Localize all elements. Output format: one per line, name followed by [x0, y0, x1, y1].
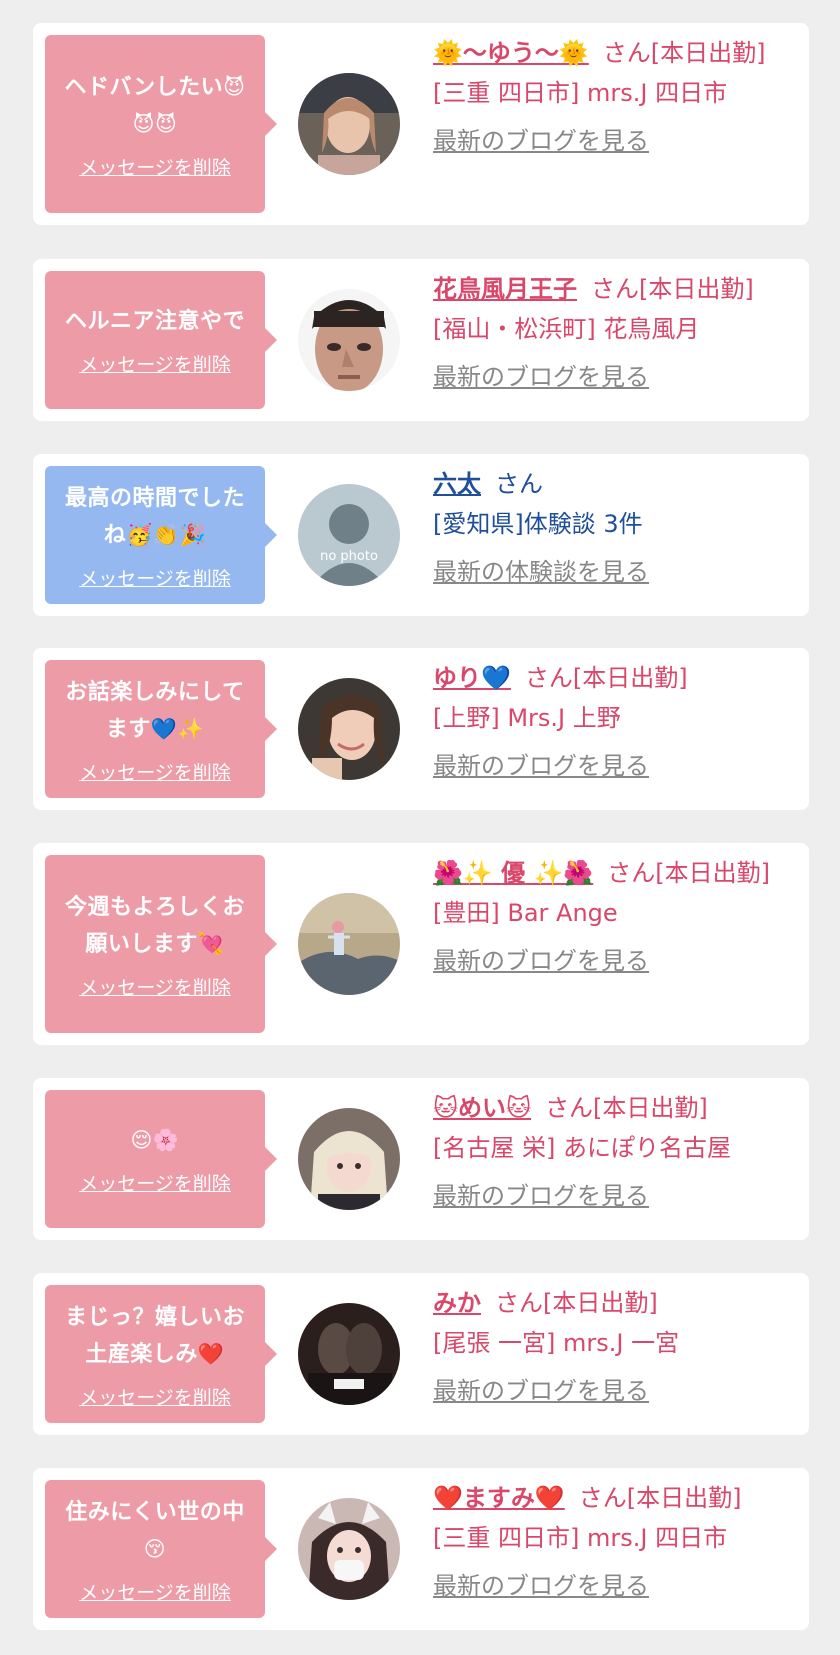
party-emoji: 🥳👏🎉 — [126, 522, 207, 547]
girl-info: 🐱めい🐱 さん[本日出勤] [名古屋 栄] あにぽり名古屋 最新のブログを見る — [433, 1088, 793, 1216]
girl-name-link[interactable]: ゆり💙 — [433, 664, 511, 692]
avatar[interactable] — [298, 893, 400, 995]
message-card: 住みにくい世の中 😚 メッセージを削除 ❤️ますみ❤️ さん[本日出勤] [三重 … — [33, 1468, 809, 1630]
latest-blog-link[interactable]: 最新のブログを見る — [433, 941, 793, 981]
avatar[interactable]: no photo — [298, 484, 400, 586]
girl-info: 🌞～ゆう～🌞 さん[本日出勤] [三重 四日市] mrs.J 四日市 最新のブログ… — [433, 33, 793, 161]
review-count-label: [愛知県]体験談 3件 — [433, 510, 643, 538]
message-text: 😌🌸 — [130, 1122, 179, 1159]
delete-message-link[interactable]: メッセージを削除 — [79, 1578, 231, 1605]
girl-info: みか さん[本日出勤] [尾張 一宮] mrs.J 一宮 最新のブログを見る — [433, 1283, 793, 1411]
avatar[interactable] — [298, 1303, 400, 1405]
message-bubble: ヘルニア注意やで メッセージを削除 — [45, 271, 277, 409]
honorific-status: さん[本日出勤] — [524, 664, 688, 692]
girl-info: 花鳥風月王子 さん[本日出勤] [福山・松浜町] 花鳥風月 最新のブログを見る — [433, 269, 793, 397]
latest-blog-link[interactable]: 最新のブログを見る — [433, 121, 793, 161]
message-card: まじっ？嬉しいお 土産楽しみ❤️ メッセージを削除 みか さん[本日出勤] [尾張… — [33, 1273, 809, 1435]
message-bubble: 😌🌸 メッセージを削除 — [45, 1090, 277, 1228]
shop-label: [上野] Mrs.J 上野 — [433, 704, 621, 732]
latest-blog-link[interactable]: 最新のブログを見る — [433, 1371, 793, 1411]
message-bubble: 住みにくい世の中 😚 メッセージを削除 — [45, 1480, 277, 1618]
relieved-flower-emoji: 😌🌸 — [130, 1128, 180, 1152]
girl-name-link[interactable]: みか — [433, 1289, 481, 1317]
honorific-status: さん[本日出勤] — [602, 39, 766, 67]
avatar[interactable] — [298, 1108, 400, 1210]
shop-label: [尾張 一宮] mrs.J 一宮 — [433, 1329, 680, 1357]
delete-message-link[interactable]: メッセージを削除 — [79, 153, 231, 180]
message-text: 最高の時間でした ね🥳👏🎉 — [64, 485, 245, 548]
heart-emoji: ❤️ — [197, 1341, 225, 1366]
message-text: 今週もよろしくお 願いします💘 — [64, 894, 245, 957]
avatar[interactable] — [298, 289, 400, 391]
shop-label: [豊田] Bar Ange — [433, 899, 618, 927]
honorific-status: さん[本日出勤] — [495, 1289, 658, 1317]
delete-message-link[interactable]: メッセージを削除 — [79, 973, 231, 1000]
message-text: お話楽しみにして ます💙✨ — [65, 679, 245, 742]
latest-blog-link[interactable]: 最新のブログを見る — [433, 1566, 793, 1606]
message-text: ヘルニア注意やで — [64, 309, 245, 334]
message-card: お話楽しみにして ます💙✨ メッセージを削除 ゆり💙 さん[本日出勤] [上野] … — [33, 648, 809, 810]
latest-review-link[interactable]: 最新の体験談を見る — [433, 552, 793, 592]
shop-label: [三重 四日市] mrs.J 四日市 — [433, 79, 728, 107]
message-bubble: 最高の時間でした ね🥳👏🎉 メッセージを削除 — [45, 466, 277, 604]
honorific-status: さん[本日出勤] — [578, 1484, 742, 1512]
delete-message-link[interactable]: メッセージを削除 — [79, 1383, 231, 1410]
delete-message-link[interactable]: メッセージを削除 — [79, 564, 231, 591]
message-text: まじっ？嬉しいお 土産楽しみ❤️ — [64, 1304, 245, 1367]
message-bubble: お話楽しみにして ます💙✨ メッセージを削除 — [45, 660, 277, 798]
girl-info: ❤️ますみ❤️ さん[本日出勤] [三重 四日市] mrs.J 四日市 最新のブロ… — [433, 1478, 793, 1606]
girl-name-link[interactable]: ❤️ますみ❤️ — [433, 1484, 565, 1512]
girl-name-link[interactable]: 花鳥風月王子 — [433, 275, 577, 303]
avatar[interactable] — [298, 1498, 400, 1600]
girl-name-link[interactable]: 🌞～ゆう～🌞 — [433, 39, 589, 67]
latest-blog-link[interactable]: 最新のブログを見る — [433, 1176, 793, 1216]
reviewer-name-link[interactable]: 六太 — [433, 470, 481, 498]
shop-label: [三重 四日市] mrs.J 四日市 — [433, 1524, 728, 1552]
heart-arrow-emoji: 💘 — [197, 931, 225, 956]
girl-name-link[interactable]: 🐱めい🐱 — [433, 1094, 531, 1122]
no-photo-text: no photo — [320, 549, 378, 564]
message-text: ヘドバンしたい😈 😈😈 — [64, 74, 246, 136]
kissing-emoji: 😚 — [143, 1536, 167, 1561]
girl-info: ゆり💙 さん[本日出勤] [上野] Mrs.J 上野 最新のブログを見る — [433, 658, 793, 786]
devil-emoji: 😈😈 — [132, 111, 178, 136]
honorific-status: さん[本日出勤] — [545, 1094, 708, 1122]
message-card: 今週もよろしくお 願いします💘 メッセージを削除 🌺✨ 優 ✨🌺 さん[本日出勤]… — [33, 843, 809, 1045]
delete-message-link[interactable]: メッセージを削除 — [79, 758, 231, 785]
message-card: ヘルニア注意やで メッセージを削除 花鳥風月王子 さん[本日出勤] [福山・松浜町… — [33, 259, 809, 421]
delete-message-link[interactable]: メッセージを削除 — [79, 350, 231, 377]
honorific: さん — [495, 470, 543, 498]
avatar[interactable] — [298, 678, 400, 780]
delete-message-link[interactable]: メッセージを削除 — [79, 1169, 231, 1196]
avatar[interactable] — [298, 73, 400, 175]
latest-blog-link[interactable]: 最新のブログを見る — [433, 746, 793, 786]
girl-name-link[interactable]: 🌺✨ 優 ✨🌺 — [433, 859, 593, 887]
message-bubble: 今週もよろしくお 願いします💘 メッセージを削除 — [45, 855, 277, 1033]
devil-emoji: 😈 — [223, 74, 246, 99]
latest-blog-link[interactable]: 最新のブログを見る — [433, 357, 793, 397]
message-card: 😌🌸 メッセージを削除 🐱めい🐱 さん[本日出勤] [名古屋 栄] あにぽり名古屋… — [33, 1078, 809, 1240]
message-card: 最高の時間でした ね🥳👏🎉 メッセージを削除 no photo 六太 さん [愛知… — [33, 454, 809, 616]
honorific-status: さん[本日出勤] — [607, 859, 770, 887]
girl-info: 🌺✨ 優 ✨🌺 さん[本日出勤] [豊田] Bar Ange 最新のブログを見る — [433, 853, 793, 981]
honorific-status: さん[本日出勤] — [591, 275, 754, 303]
message-bubble: ヘドバンしたい😈 😈😈 メッセージを削除 — [45, 35, 277, 213]
heart-sparkle-emoji: 💙✨ — [150, 716, 205, 741]
message-bubble: まじっ？嬉しいお 土産楽しみ❤️ メッセージを削除 — [45, 1285, 277, 1423]
message-card: ヘドバンしたい😈 😈😈 メッセージを削除 🌞～ゆう～🌞 さん[本日出勤] [三重 … — [33, 23, 809, 225]
shop-label: [福山・松浜町] 花鳥風月 — [433, 315, 700, 343]
message-text: 住みにくい世の中 😚 — [65, 1499, 245, 1561]
girl-info: 六太 さん [愛知県]体験談 3件 最新の体験談を見る — [433, 464, 793, 592]
shop-label: [名古屋 栄] あにぽり名古屋 — [433, 1134, 731, 1162]
